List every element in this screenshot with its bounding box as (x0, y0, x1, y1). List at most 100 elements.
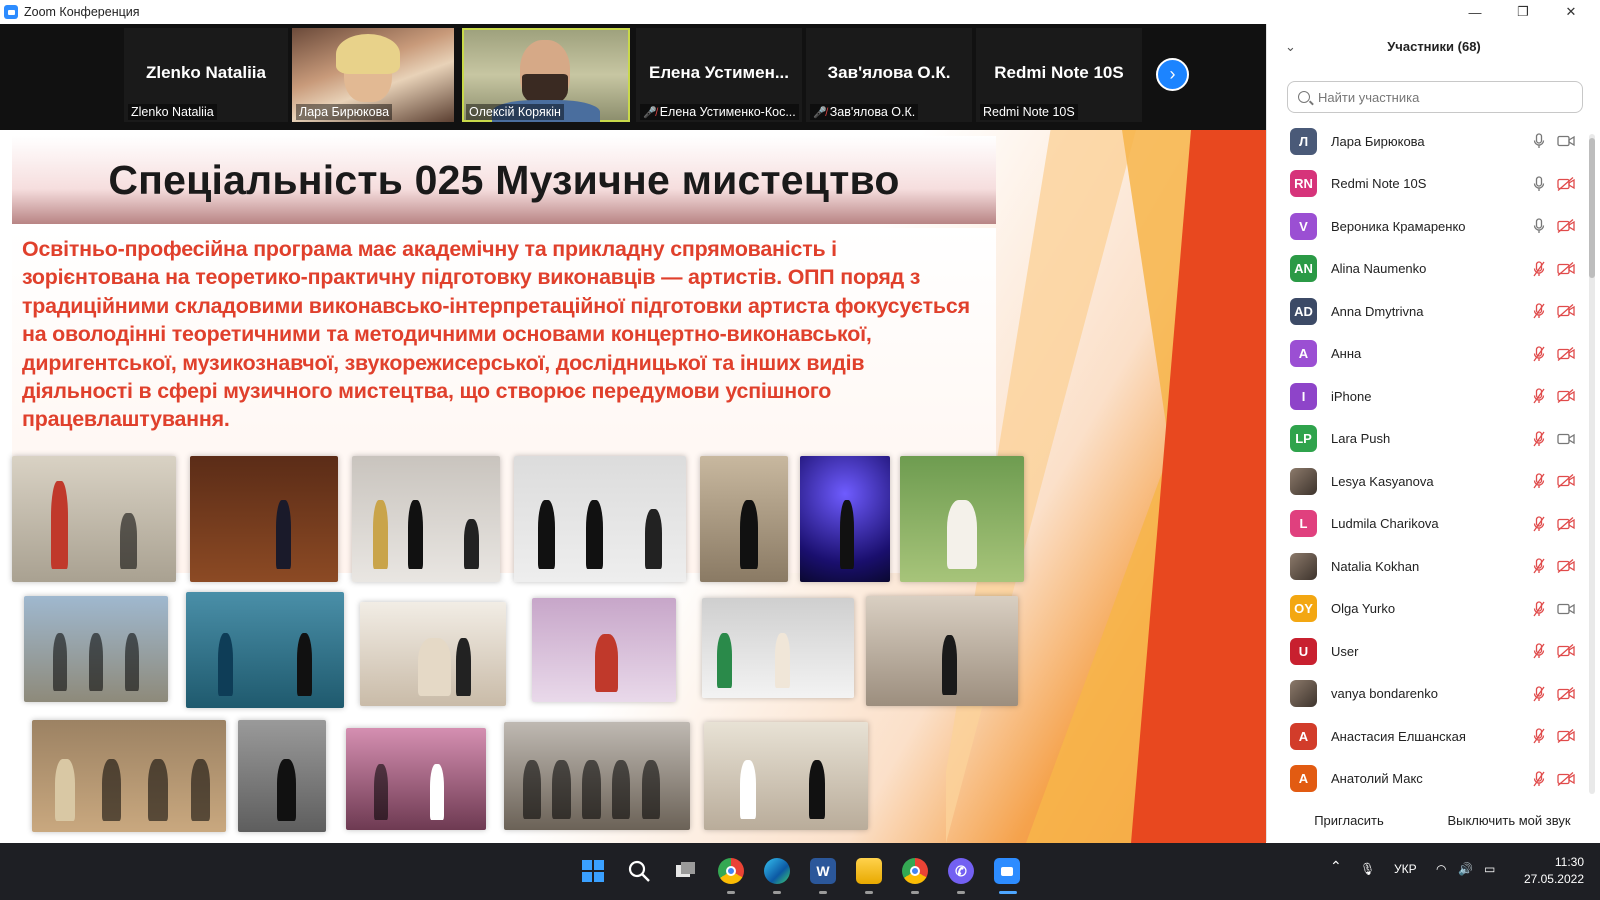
participant-row[interactable]: U User (1267, 630, 1587, 673)
edge-icon[interactable] (764, 858, 790, 884)
mic-icon[interactable] (1533, 218, 1545, 234)
performance-photo (700, 456, 788, 582)
performance-photo (352, 456, 500, 582)
participant-row[interactable]: IiPhone (1267, 375, 1587, 418)
video-off-icon[interactable] (1557, 219, 1575, 234)
video-icon[interactable] (1557, 602, 1575, 616)
running-indicator (865, 891, 873, 894)
volume-icon[interactable]: 🔊 (1458, 862, 1473, 876)
file-explorer-icon[interactable] (856, 858, 882, 884)
mic-muted-icon[interactable] (1533, 346, 1545, 362)
language-indicator[interactable]: УКР (1394, 862, 1417, 876)
mic-icon[interactable] (1533, 176, 1545, 192)
performance-photo (190, 456, 338, 582)
video-off-icon[interactable] (1557, 176, 1575, 191)
performance-photo (346, 728, 486, 830)
participant-row[interactable]: L Ludmila Charikova (1267, 503, 1587, 546)
participant-row[interactable]: OY Olga Yurko (1267, 588, 1587, 631)
avatar: AD (1290, 297, 1317, 325)
mute-me-button[interactable]: Выключить мой звук (1431, 808, 1587, 832)
participants-panel: ⌄ Участники (68) Л Лара Бирюкова RN Redmi N… (1266, 24, 1600, 842)
participant-name: Alina Naumenko (1331, 261, 1427, 277)
video-off-icon[interactable] (1557, 389, 1575, 404)
search-icon[interactable] (626, 858, 652, 884)
video-off-icon[interactable] (1557, 304, 1575, 319)
mic-muted-icon[interactable] (1533, 686, 1545, 702)
video-tile[interactable]: Лара Бирюкова (292, 28, 454, 122)
mic-muted-icon[interactable] (1533, 473, 1545, 489)
participant-row[interactable]: Lesya Kasyanova (1267, 460, 1587, 503)
mic-muted-icon[interactable] (1533, 388, 1545, 404)
close-button[interactable]: ✕ (1548, 0, 1594, 24)
video-off-icon[interactable] (1557, 686, 1575, 701)
participant-name-large: Redmi Note 10S (994, 63, 1124, 82)
performance-photo (900, 456, 1024, 582)
video-off-icon[interactable] (1557, 261, 1575, 276)
mic-muted-icon[interactable] (1533, 643, 1545, 659)
mic-muted-icon[interactable] (1533, 601, 1545, 617)
participant-row[interactable]: A Анастасия Елшанская (1267, 715, 1587, 758)
microphone-icon[interactable]: 🎙 (1360, 862, 1375, 876)
mic-muted-icon[interactable] (1533, 728, 1545, 744)
video-icon[interactable] (1557, 432, 1575, 446)
chrome-icon[interactable] (718, 858, 744, 884)
participant-name: Lesya Kasyanova (1331, 473, 1434, 489)
participant-row[interactable]: LP Lara Push (1267, 418, 1587, 461)
participant-row[interactable]: A Анатолий Макс (1267, 758, 1587, 801)
battery-icon[interactable]: ▭ (1484, 862, 1495, 876)
avatar: A (1290, 765, 1317, 793)
mic-muted-icon[interactable] (1533, 261, 1545, 277)
video-tile[interactable]: Елена Устимен... 🎤̸ Елена Устименко-Кос..… (636, 28, 802, 122)
chevron-up-icon[interactable]: ⌃ (1330, 858, 1342, 875)
video-off-icon[interactable] (1557, 474, 1575, 489)
video-off-icon[interactable] (1557, 771, 1575, 786)
search-input[interactable] (1318, 89, 1568, 105)
mic-muted-icon[interactable] (1533, 516, 1545, 532)
zoom-icon[interactable] (994, 858, 1020, 884)
participant-row[interactable]: V Вероника Крамаренко (1267, 205, 1587, 248)
participant-name-large: Зав'ялова О.К. (827, 63, 951, 82)
invite-button[interactable]: Пригласить (1309, 808, 1389, 832)
wifi-icon[interactable]: ◠ (1436, 862, 1446, 876)
minimize-button[interactable]: — (1452, 0, 1498, 24)
windows-start-icon[interactable] (580, 858, 606, 884)
participant-row[interactable]: A Анна (1267, 333, 1587, 376)
video-off-icon[interactable] (1557, 346, 1575, 361)
video-off-icon[interactable] (1557, 644, 1575, 659)
participant-row[interactable]: Natalia Kokhan (1267, 545, 1587, 588)
participant-row[interactable]: RN Redmi Note 10S (1267, 163, 1587, 206)
participant-row[interactable]: Л Лара Бирюкова (1267, 120, 1587, 163)
participants-scrollbar[interactable] (1589, 134, 1595, 794)
mic-muted-icon[interactable] (1533, 558, 1545, 574)
video-tile-active-speaker[interactable]: Олексій Корякін (462, 28, 630, 122)
participant-row[interactable]: vanya bondarenko (1267, 673, 1587, 716)
video-off-icon[interactable] (1557, 516, 1575, 531)
participant-row[interactable]: AD Anna Dmytrivna (1267, 290, 1587, 333)
word-icon[interactable]: W (810, 858, 836, 884)
avatar (1290, 467, 1317, 495)
mic-muted-icon[interactable] (1533, 771, 1545, 787)
video-off-icon[interactable] (1557, 729, 1575, 744)
avatar: A (1290, 340, 1317, 368)
avatar: AN (1290, 255, 1317, 283)
video-tile[interactable]: Redmi Note 10S Redmi Note 10S (976, 28, 1142, 122)
performance-photo (866, 596, 1018, 706)
mic-muted-icon[interactable] (1533, 303, 1545, 319)
video-tile[interactable]: Zlenko Nataliia Zlenko Nataliia (124, 28, 288, 122)
mic-icon[interactable] (1533, 133, 1545, 149)
windows-taskbar: W ✆ ⌃ 🎙 УКР ◠ 🔊 ▭ 11:30 27.05.2022 (0, 843, 1600, 900)
restore-button[interactable]: ❐ (1500, 0, 1546, 24)
participant-search[interactable] (1287, 81, 1583, 113)
participant-label: Redmi Note 10S (980, 104, 1078, 120)
next-page-button[interactable]: › (1156, 58, 1189, 91)
mic-muted-icon[interactable] (1533, 431, 1545, 447)
system-clock[interactable]: 11:30 27.05.2022 (1512, 854, 1584, 888)
chrome-profile-icon[interactable] (902, 858, 928, 884)
task-view-icon[interactable] (672, 858, 698, 884)
video-tile[interactable]: Зав'ялова О.К. 🎤̸ Зав'ялова О.К. (806, 28, 972, 122)
video-icon[interactable] (1557, 134, 1575, 148)
video-off-icon[interactable] (1557, 559, 1575, 574)
participant-row[interactable]: AN Alina Naumenko (1267, 248, 1587, 291)
chevron-right-icon: › (1169, 64, 1176, 84)
viber-icon[interactable]: ✆ (948, 858, 974, 884)
